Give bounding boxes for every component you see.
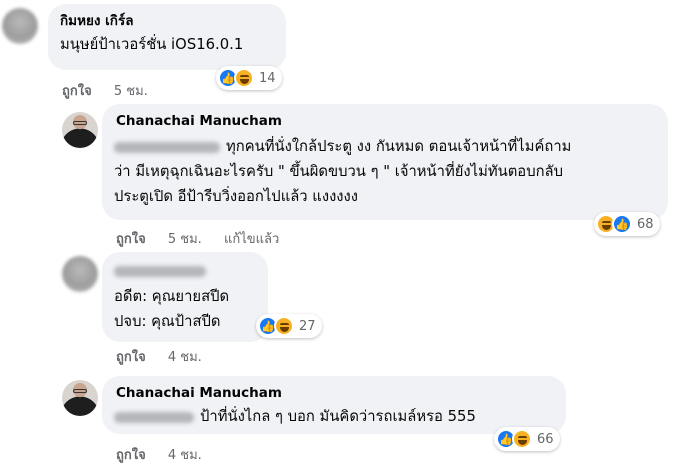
comment-actions: ถูกใจ 5 ชม.	[62, 80, 166, 101]
reaction-summary[interactable]: 👍 68	[594, 212, 660, 236]
comment-text: ทุกคนที่นั่งใกล้ประตู งง กันหมด ตอนเจ้าห…	[114, 134, 656, 159]
like-button[interactable]: ถูกใจ	[116, 448, 146, 463]
comment-text: ป้าที่นั่งไกล ๆ บอก มันคิดว่ารถเมล์หรอ 5…	[114, 404, 554, 429]
reaction-count: 27	[299, 318, 316, 334]
comment-author[interactable]: Chanachai Manucham	[116, 112, 656, 130]
edited-label: แก้ไขแล้ว	[223, 232, 280, 247]
comment-line: ป้าที่นั่งไกล ๆ บอก มันคิดว่ารถเมล์หรอ 5…	[200, 408, 476, 425]
comment-bubble: Chanachai Manucham ทุกคนที่นั่งใกล้ประตู…	[102, 104, 668, 220]
reaction-count: 14	[259, 70, 276, 86]
comment-author[interactable]	[114, 260, 256, 278]
laughing-face-icon	[274, 316, 294, 336]
like-button[interactable]: ถูกใจ	[116, 350, 146, 365]
author-name-redacted	[114, 265, 206, 277]
comment-text: มนุษย์ป้าเวอร์ชั่น iOS16.0.1	[60, 36, 244, 53]
reaction-summary[interactable]: 👍 66	[494, 427, 560, 451]
timestamp[interactable]: 5 ชม.	[168, 232, 202, 247]
comment-actions: ถูกใจ 5 ชม. แก้ไขแล้ว	[116, 228, 279, 249]
timestamp[interactable]: 4 ชม.	[168, 448, 202, 463]
laughing-face-icon	[234, 68, 254, 88]
laughing-face-icon	[512, 429, 532, 449]
avatar[interactable]	[62, 256, 98, 292]
thumbs-up-icon: 👍	[612, 214, 632, 234]
mentioned-name[interactable]	[114, 411, 194, 423]
like-button[interactable]: ถูกใจ	[116, 232, 146, 247]
comment-actions: ถูกใจ 4 ชม.	[116, 346, 220, 367]
avatar[interactable]	[62, 112, 98, 148]
avatar[interactable]	[2, 8, 38, 44]
reaction-count: 68	[637, 216, 654, 232]
comment-line: ประตูเปิด อีป้ารีบวิ่งออกไปแล้ว แงงงงง	[114, 188, 358, 205]
comment-text: ปจบ: คุณป้าสปีด	[114, 313, 221, 330]
avatar[interactable]	[62, 380, 98, 416]
reaction-summary[interactable]: 👍 27	[256, 314, 322, 338]
comment-actions: ถูกใจ 4 ชม.	[116, 444, 220, 464]
reaction-count: 66	[537, 431, 554, 447]
timestamp[interactable]: 5 ชม.	[114, 84, 148, 99]
comment-line: ว่า มีเหตุฉุกเฉินอะไรครับ " ขึ้นผิดขบวน …	[114, 163, 563, 180]
comment-bubble: อดีต: คุณยายสปีด ปจบ: คุณป้าสปีด	[102, 252, 268, 342]
comment-bubble: Chanachai Manucham ป้าที่นั่งไกล ๆ บอก ม…	[102, 376, 566, 434]
mentioned-name[interactable]	[114, 141, 220, 153]
reaction-summary[interactable]: 👍 14	[216, 66, 282, 90]
comment-author[interactable]: Chanachai Manucham	[116, 384, 554, 402]
timestamp[interactable]: 4 ชม.	[168, 350, 202, 365]
comment-text: อดีต: คุณยายสปีด	[114, 288, 230, 305]
comment-author[interactable]: กิมหยง เกิร์ล	[60, 12, 274, 30]
comment-line: ทุกคนที่นั่งใกล้ประตู งง กันหมด ตอนเจ้าห…	[226, 138, 572, 155]
like-button[interactable]: ถูกใจ	[62, 84, 92, 99]
comment-bubble: กิมหยง เกิร์ล มนุษย์ป้าเวอร์ชั่น iOS16.0…	[48, 4, 286, 70]
